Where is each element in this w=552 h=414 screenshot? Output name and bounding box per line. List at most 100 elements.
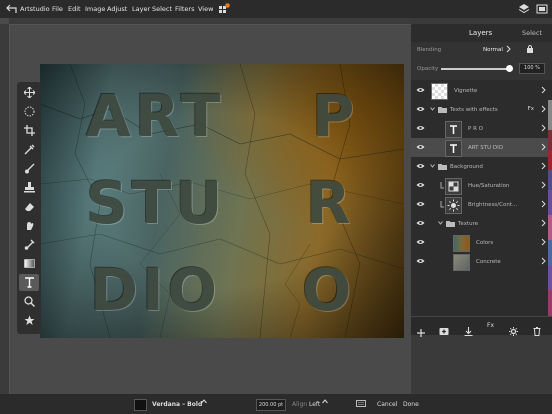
layer-row[interactable]: Hue/Saturation — [411, 176, 548, 195]
visibility-eye-icon[interactable] — [416, 220, 425, 228]
layer-name: P R O — [468, 126, 483, 132]
layer-options-chevron-icon[interactable] — [541, 105, 546, 115]
cancel-button[interactable]: Cancel — [377, 401, 397, 408]
text-icon[interactable] — [19, 274, 39, 291]
layer-row[interactable]: Vignette — [411, 81, 548, 100]
done-button[interactable]: Done — [403, 401, 419, 408]
fx-icon[interactable]: Fx — [487, 322, 494, 329]
opacity-slider[interactable] — [441, 65, 513, 72]
colors-thumbnail — [453, 235, 470, 252]
visibility-eye-icon[interactable] — [416, 258, 425, 266]
expand-chevron-icon[interactable] — [430, 107, 435, 113]
menu-select[interactable]: Select — [152, 5, 172, 13]
concrete-thumbnail — [453, 254, 470, 271]
expand-chevron-icon[interactable] — [438, 221, 443, 227]
add-layer-icon[interactable] — [417, 322, 425, 341]
art-text[interactable]: ART — [86, 82, 225, 150]
layer-options-chevron-icon[interactable] — [541, 86, 546, 96]
keyboard-icon[interactable] — [356, 400, 366, 409]
visibility-eye-icon[interactable] — [416, 163, 425, 171]
stamp-icon[interactable] — [19, 179, 39, 196]
layer-row[interactable]: Texture — [411, 214, 548, 233]
opacity-slider-knob[interactable] — [505, 65, 513, 72]
align-chevron-up-icon[interactable] — [322, 399, 328, 406]
visibility-eye-icon[interactable] — [416, 201, 425, 209]
expand-chevron-icon[interactable] — [430, 164, 435, 170]
tools-toolbar — [17, 82, 41, 334]
font-chevron-up-icon[interactable] — [201, 399, 207, 406]
blending-value[interactable]: Normal — [483, 47, 503, 53]
layer-row[interactable]: Background — [411, 157, 548, 176]
settings-icon[interactable] — [509, 321, 518, 340]
layers-icon[interactable] — [518, 3, 530, 17]
layer-row[interactable]: Brightness/Cont... — [411, 195, 548, 214]
layer-options-chevron-icon[interactable] — [541, 238, 546, 248]
visibility-eye-icon[interactable] — [416, 106, 425, 114]
add-group-icon[interactable] — [439, 321, 449, 340]
merge-down-icon[interactable] — [464, 321, 473, 340]
menu-edit[interactable]: Edit — [68, 5, 81, 13]
brush-icon[interactable] — [19, 160, 39, 177]
lock-icon[interactable] — [526, 44, 534, 56]
move-icon[interactable] — [19, 84, 39, 101]
ruler-left — [0, 24, 10, 394]
artwork-canvas[interactable]: ART P STU R DIO O — [40, 64, 404, 338]
r-text[interactable]: R — [306, 169, 355, 237]
layer-row[interactable]: Concrete — [411, 252, 548, 271]
o-text[interactable]: O — [302, 256, 355, 324]
smudge-icon[interactable] — [19, 217, 39, 234]
menu-adjust[interactable]: Adjust — [107, 5, 127, 13]
visibility-eye-icon[interactable] — [416, 144, 425, 152]
zoom-icon[interactable] — [19, 293, 39, 310]
layer-options-chevron-icon[interactable] — [541, 257, 546, 267]
align-value[interactable]: Left — [309, 401, 320, 408]
layer-name: Vignette — [454, 88, 478, 94]
delete-icon[interactable] — [533, 321, 541, 340]
menu-view[interactable]: View — [198, 5, 213, 13]
fullscreen-icon[interactable] — [536, 4, 548, 16]
layer-options-chevron-icon[interactable] — [541, 181, 546, 191]
star-icon[interactable] — [19, 312, 39, 329]
back-icon[interactable] — [6, 4, 18, 16]
layer-row[interactable]: Colors — [411, 233, 548, 252]
layer-options-chevron-icon[interactable] — [541, 200, 546, 210]
app-name[interactable]: Artstudio — [20, 5, 50, 13]
layer-row[interactable]: Texts with effects Fx — [411, 100, 548, 119]
layer-name: Texture — [458, 221, 479, 227]
text-layer-icon — [445, 121, 462, 138]
gradient-icon[interactable] — [19, 255, 39, 272]
blending-chevron-icon[interactable] — [506, 45, 512, 55]
opacity-label: Opacity — [417, 66, 439, 72]
dio-text[interactable]: DIO — [90, 256, 221, 324]
menu-image[interactable]: Image — [85, 5, 105, 13]
layer-options-chevron-icon[interactable] — [541, 162, 546, 172]
visibility-eye-icon[interactable] — [416, 239, 425, 247]
eraser-icon[interactable] — [19, 198, 39, 215]
layers-footer: Fx — [411, 316, 552, 337]
menu-layer[interactable]: Layer — [132, 5, 150, 13]
crop-icon[interactable] — [19, 122, 39, 139]
marquee-icon[interactable] — [19, 103, 39, 120]
visibility-eye-icon[interactable] — [416, 182, 425, 190]
opacity-value[interactable]: 100 % — [519, 63, 545, 74]
layer-options-chevron-icon[interactable] — [541, 143, 546, 153]
layer-row[interactable]: P R O — [411, 119, 548, 138]
font-size-field[interactable]: 200.00 pt — [256, 399, 286, 411]
visibility-eye-icon[interactable] — [416, 87, 425, 95]
layer-row[interactable]: ART STU DIO — [411, 138, 548, 157]
menu-filters[interactable]: Filters — [175, 5, 194, 13]
layer-options-chevron-icon[interactable] — [541, 124, 546, 134]
select-button[interactable]: Select — [522, 29, 542, 37]
eyedropper-icon[interactable] — [19, 141, 39, 158]
menu-file[interactable]: File — [52, 5, 63, 13]
fx-badge[interactable]: Fx — [528, 106, 534, 112]
stu-text[interactable]: STU — [86, 169, 226, 237]
apps-grid-icon[interactable] — [218, 3, 230, 17]
panel-title: Layers — [469, 29, 493, 37]
fill-icon[interactable] — [19, 236, 39, 253]
text-color-swatch[interactable] — [134, 399, 147, 411]
visibility-eye-icon[interactable] — [416, 125, 425, 133]
p-text[interactable]: P — [312, 82, 359, 150]
layer-options-chevron-icon[interactable] — [541, 219, 546, 229]
font-name[interactable]: Verdana – Bold — [152, 401, 202, 408]
